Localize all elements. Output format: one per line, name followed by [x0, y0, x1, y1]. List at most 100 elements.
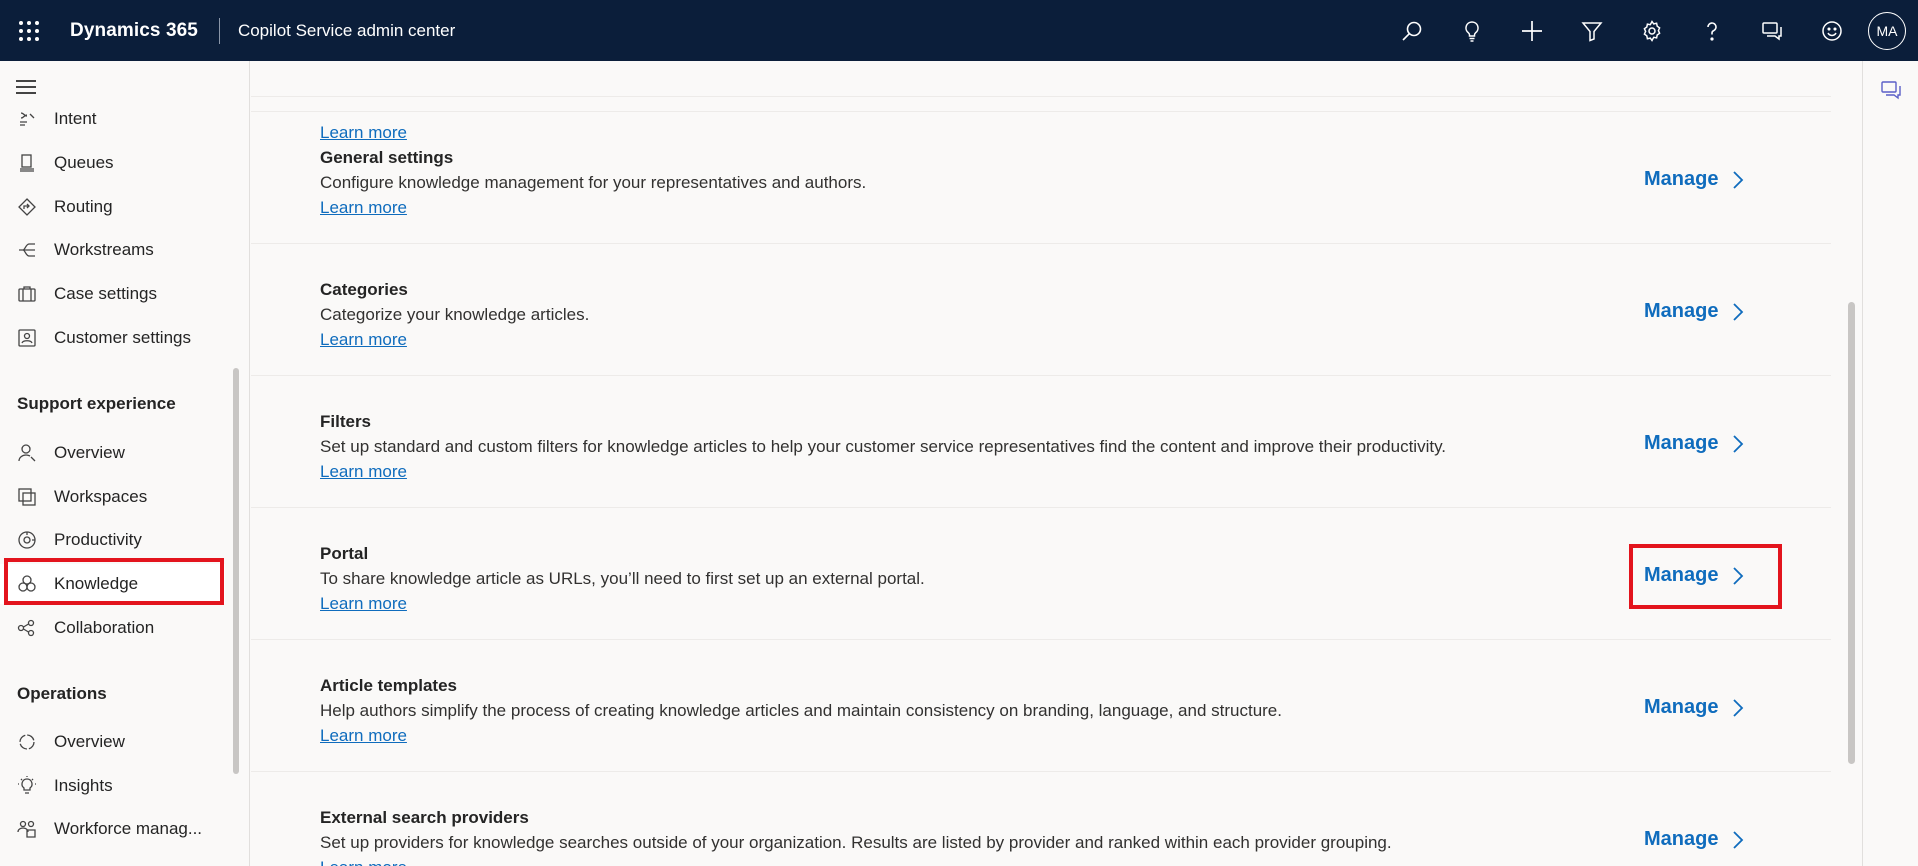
briefcase-icon	[16, 283, 38, 305]
chevron-right-icon	[1732, 170, 1746, 190]
manage-button[interactable]: Manage	[1644, 300, 1746, 323]
header-actions: MA	[1382, 0, 1918, 61]
row-title: Categories	[320, 280, 408, 299]
row-description: Set up providers for knowledge searches …	[320, 833, 1392, 852]
gear-icon[interactable]	[1622, 0, 1682, 61]
sidebar-scrollbar[interactable]	[233, 368, 239, 774]
row-description: Set up standard and custom filters for k…	[320, 437, 1447, 456]
help-icon[interactable]	[1682, 0, 1742, 61]
nav-item-label: Workspaces	[54, 487, 148, 506]
app-launcher-icon[interactable]	[0, 0, 58, 61]
row-title: Portal	[320, 544, 369, 563]
nav-item-intent[interactable]: Intent	[0, 99, 225, 139]
nav-item-label: Collaboration	[54, 618, 155, 637]
chevron-right-icon	[1732, 698, 1746, 718]
section-support-experience: Support experience	[17, 394, 176, 413]
settings-row-filters: Filters Set up standard and custom filte…	[251, 376, 1831, 508]
nav-item-queues[interactable]: Queues	[0, 143, 225, 183]
right-side-pane	[1862, 61, 1918, 866]
plus-icon[interactable]	[1502, 0, 1562, 61]
row-description: Categorize your knowledge articles.	[320, 305, 590, 324]
nav-item-workstreams[interactable]: Workstreams	[0, 230, 225, 270]
header-divider	[218, 17, 220, 44]
workforce-icon	[16, 818, 38, 840]
row-description: Help authors simplify the process of cre…	[320, 701, 1282, 720]
chevron-right-icon	[1732, 434, 1746, 454]
main-scrollbar[interactable]	[1848, 302, 1855, 764]
learn-more-link[interactable]: Learn more	[320, 462, 407, 482]
nav-item-label: Productivity	[54, 530, 142, 549]
nav-item-label: Case settings	[54, 284, 157, 303]
row-title: Filters	[320, 412, 372, 431]
row-description: Configure knowledge management for your …	[320, 173, 867, 192]
nav-item-insights[interactable]: Insights	[0, 766, 225, 806]
learn-more-link[interactable]: Learn more	[320, 726, 407, 746]
chat-icon[interactable]	[1742, 0, 1802, 61]
nav-item-productivity[interactable]: Productivity	[0, 520, 225, 560]
chevron-right-icon	[1732, 830, 1746, 850]
lightbulb-icon[interactable]	[1442, 0, 1502, 61]
nav-item-label: Routing	[54, 197, 113, 216]
contact-card-icon	[16, 327, 38, 349]
manage-button[interactable]: Manage	[1644, 168, 1746, 191]
manage-button[interactable]: Manage	[1644, 828, 1746, 851]
nav-item-label: Customer settings	[54, 328, 191, 347]
learn-more-link[interactable]: Learn more	[320, 858, 407, 866]
manage-button[interactable]: Manage	[1644, 696, 1746, 719]
hamburger-icon[interactable]	[16, 80, 38, 94]
row-title: Article templates	[320, 676, 457, 695]
nav-item-label: Overview	[54, 732, 125, 751]
settings-row-external-search: External search providers Set up provide…	[251, 772, 1831, 866]
nav-item-label: Insights	[54, 776, 113, 795]
manage-label: Manage	[1644, 432, 1719, 454]
smiley-icon[interactable]	[1802, 0, 1862, 61]
nav-item-workforce[interactable]: Workforce manag...	[0, 809, 225, 849]
row-title: General settings	[320, 148, 454, 167]
workstreams-icon	[16, 239, 38, 261]
learn-more-link[interactable]: Learn more	[320, 594, 407, 614]
nav-item-operations-overview[interactable]: Overview	[0, 722, 225, 762]
learn-more-link[interactable]: Learn more	[320, 198, 407, 218]
nav-item-workspaces[interactable]: Workspaces	[0, 477, 225, 517]
portal-manage-highlight-box	[1629, 544, 1782, 609]
manage-label: Manage	[1644, 300, 1719, 322]
left-navigation: Intent Queues Routing Workstreams Case s…	[0, 61, 250, 866]
row-title: External search providers	[320, 808, 529, 827]
nav-item-label: Workforce manag...	[54, 819, 203, 838]
filter-icon[interactable]	[1562, 0, 1622, 61]
knowledge-settings-panel: Learn more General settings Configure kn…	[251, 61, 1861, 866]
productivity-icon	[16, 529, 38, 551]
knowledge-highlight-box	[4, 558, 224, 605]
learn-more-link[interactable]: Learn more	[320, 330, 407, 350]
nav-item-case-settings[interactable]: Case settings	[0, 274, 225, 314]
nav-item-routing[interactable]: Routing	[0, 187, 225, 227]
nav-item-customer-settings[interactable]: Customer settings	[0, 318, 225, 358]
workspaces-icon	[16, 486, 38, 508]
manage-label: Manage	[1644, 168, 1719, 190]
nav-item-label: Overview	[54, 443, 125, 462]
nav-item-label: Intent	[54, 109, 97, 128]
row-description: To share knowledge article as URLs, you’…	[320, 569, 925, 588]
section-operations: Operations	[17, 684, 107, 703]
insights-icon	[16, 775, 38, 797]
chat-icon[interactable]	[1880, 79, 1902, 101]
settings-row-partial-divider	[251, 61, 1831, 112]
settings-row-portal: Portal To share knowledge article as URL…	[251, 508, 1831, 640]
chevron-right-icon	[1732, 302, 1746, 322]
area-name[interactable]: Copilot Service admin center	[238, 21, 455, 41]
app-name[interactable]: Dynamics 365	[70, 20, 198, 42]
person-icon	[16, 442, 38, 464]
settings-row-categories: Categories Categorize your knowledge art…	[251, 244, 1831, 376]
collaboration-icon	[16, 617, 38, 639]
settings-row-general: General settings Configure knowledge man…	[251, 112, 1831, 244]
nav-item-collaboration[interactable]: Collaboration	[0, 608, 225, 648]
avatar[interactable]: MA	[1868, 11, 1906, 50]
top-bar: Dynamics 365 Copilot Service admin cente…	[0, 0, 1918, 61]
overview-cycle-icon	[16, 731, 38, 753]
nav-item-label: Workstreams	[54, 240, 154, 259]
search-icon[interactable]	[1382, 0, 1442, 61]
manage-button[interactable]: Manage	[1644, 432, 1746, 455]
queues-icon	[16, 152, 38, 174]
routing-icon	[16, 196, 38, 218]
nav-item-support-overview[interactable]: Overview	[0, 433, 225, 473]
